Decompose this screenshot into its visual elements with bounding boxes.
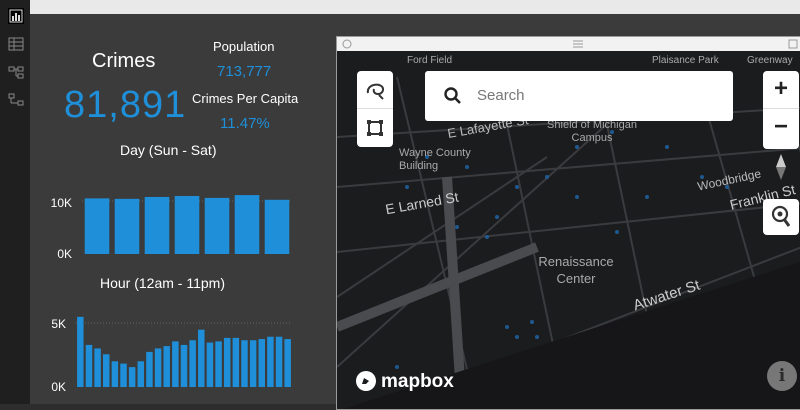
map-label-shield: Shield of Michigan Campus xyxy=(547,119,637,144)
map-label-ford-field: Ford Field xyxy=(407,55,453,66)
mapbox-attribution[interactable]: mapbox xyxy=(355,370,454,393)
nav-rail xyxy=(0,0,30,404)
bar-20[interactable] xyxy=(249,340,257,387)
bar-13[interactable] xyxy=(189,340,196,387)
map-label-park: Plaisance Park xyxy=(652,55,719,66)
compass-button[interactable] xyxy=(763,149,799,185)
hour-bar-chart: 5K 0K xyxy=(51,316,292,394)
y-tick-label: 0K xyxy=(51,380,66,394)
bar-Sat[interactable] xyxy=(264,199,290,254)
bar-5[interactable] xyxy=(120,363,127,387)
zoom-in-button[interactable]: + xyxy=(763,71,799,109)
bar-Wed[interactable] xyxy=(174,196,200,254)
bar-7[interactable] xyxy=(137,361,145,387)
model-icon[interactable] xyxy=(8,64,24,80)
map-visual[interactable]: Ford Field Plaisance Park Greenway E Laf… xyxy=(336,36,800,410)
lasso-select-button[interactable] xyxy=(357,71,393,109)
bar-21[interactable] xyxy=(258,339,265,387)
bar-19[interactable] xyxy=(241,340,248,387)
bar-12[interactable] xyxy=(180,344,188,387)
info-button[interactable]: i xyxy=(767,361,797,391)
crimes-value: 81,891 xyxy=(64,84,187,126)
mapbox-wordmark: mapbox xyxy=(381,371,454,392)
bar-Sun[interactable] xyxy=(84,198,110,254)
bar-16[interactable] xyxy=(215,341,222,387)
bar-18[interactable] xyxy=(232,337,240,387)
bar-0[interactable] xyxy=(77,316,84,387)
data-table-icon[interactable] xyxy=(8,36,24,52)
y-tick-label: 5K xyxy=(51,317,66,331)
bar-15[interactable] xyxy=(206,342,214,387)
bar-1[interactable] xyxy=(85,344,93,387)
hour-chart-title: Hour (12am - 11pm) xyxy=(100,275,226,291)
bar-10[interactable] xyxy=(163,346,170,387)
population-label: Population xyxy=(213,39,275,54)
bar-17[interactable] xyxy=(223,337,231,387)
bar-9[interactable] xyxy=(154,348,162,387)
bar-23[interactable] xyxy=(275,336,283,387)
crimes-label: Crimes xyxy=(92,50,156,72)
bar-22[interactable] xyxy=(267,336,274,387)
population-value: 713,777 xyxy=(217,63,272,80)
bar-Mon[interactable] xyxy=(114,198,140,254)
compass-icon xyxy=(776,154,786,180)
search-icon xyxy=(444,87,461,104)
map-label-renaissance: Renaissance Center xyxy=(538,254,614,286)
mapbox-logo-icon xyxy=(356,371,376,391)
map-label-greenway: Greenway xyxy=(747,55,793,66)
bar-Fri[interactable] xyxy=(234,195,260,254)
zoom-out-button[interactable]: − xyxy=(763,109,799,147)
search-input[interactable]: Search xyxy=(477,87,525,104)
map-label-wayne-county: Wayne County Building xyxy=(399,147,471,172)
bar-3[interactable] xyxy=(103,354,110,387)
per-capita-value: 11.47% xyxy=(220,115,270,132)
bar-undefined[interactable] xyxy=(284,339,291,387)
bar-4[interactable] xyxy=(111,361,119,387)
day-chart-title: Day (Sun - Sat) xyxy=(120,142,217,158)
bar-8[interactable] xyxy=(146,351,153,387)
relationships-icon[interactable] xyxy=(8,92,24,108)
map-draw-controls xyxy=(357,71,393,147)
per-capita-label: Crimes Per Capita xyxy=(192,91,299,106)
day-bar-chart: 10K 0K xyxy=(51,195,292,261)
toolbar-strip xyxy=(30,0,800,14)
zoom-controls: + − xyxy=(763,71,799,149)
bar-Thu[interactable] xyxy=(204,197,230,254)
lasso-icon xyxy=(366,83,384,100)
report-icon[interactable] xyxy=(8,8,24,24)
bar-Tue[interactable] xyxy=(144,196,170,254)
geolocate-icon xyxy=(771,205,791,227)
polygon-select-icon xyxy=(367,120,383,136)
locate-button[interactable] xyxy=(763,199,799,235)
y-tick-label: 0K xyxy=(57,247,72,261)
bar-6[interactable] xyxy=(128,367,136,387)
bar-11[interactable] xyxy=(172,341,179,387)
bar-2[interactable] xyxy=(94,348,101,387)
map-search-box[interactable]: Search xyxy=(425,71,733,121)
y-tick-label: 10K xyxy=(51,196,72,210)
rectangle-select-button[interactable] xyxy=(357,109,393,147)
report-canvas: Crimes 81,891 Population 713,777 Crimes … xyxy=(30,14,800,410)
bar-14[interactable] xyxy=(198,329,205,387)
